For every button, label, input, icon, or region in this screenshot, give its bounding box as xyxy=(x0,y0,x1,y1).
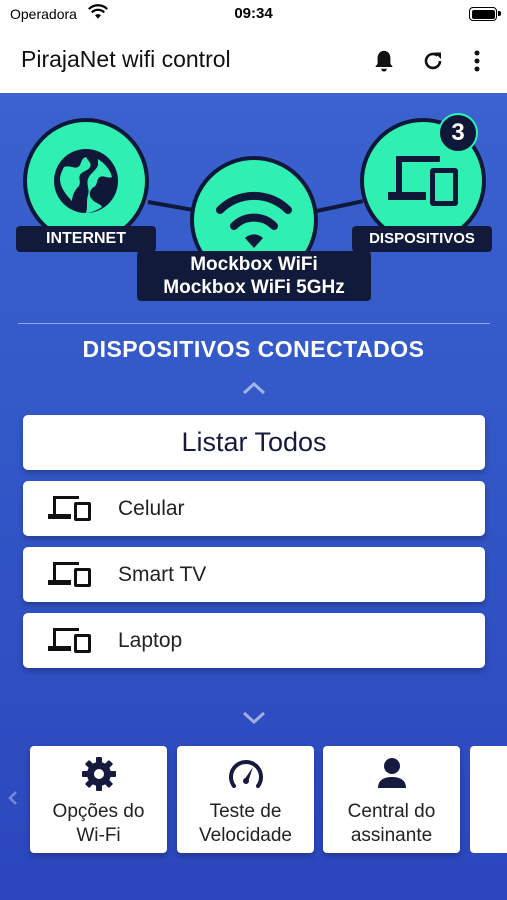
shortcut-label-line: Opções do xyxy=(52,801,145,822)
list-item[interactable]: Smart TV xyxy=(23,547,485,602)
shortcut-subscriber-center[interactable]: Central do assinante xyxy=(323,746,460,853)
battery-icon xyxy=(469,7,501,21)
device-count-badge: 3 xyxy=(438,113,478,153)
shortcut-label: Teste de Velocidade xyxy=(177,800,314,848)
shortcut-label-line: Central do xyxy=(347,801,436,822)
divider xyxy=(18,323,490,324)
devices-icon xyxy=(47,494,93,527)
shortcut-label-line: assinante xyxy=(350,825,433,846)
status-bar: Operadora 09:34 xyxy=(0,0,507,30)
ssid-secondary: Mockbox WiFi 5GHz xyxy=(163,277,345,298)
shortcut-label-line: Wi-Fi xyxy=(76,825,121,846)
chevron-up-icon[interactable] xyxy=(241,381,267,400)
ssid-primary: Mockbox WiFi xyxy=(190,254,318,275)
device-name: Smart TV xyxy=(118,563,207,586)
main-panel: INTERNET 3 DISPOSITIVOS Mockbox WiFi Moc… xyxy=(0,93,507,900)
globe-icon xyxy=(54,149,118,213)
connector-line xyxy=(311,199,364,214)
shortcut-speed-test[interactable]: Teste de Velocidade xyxy=(177,746,314,853)
list-all-button[interactable]: Listar Todos xyxy=(23,415,485,470)
list-item[interactable]: Laptop xyxy=(23,613,485,668)
shortcut-label: Central do assinante xyxy=(323,800,460,848)
list-item[interactable]: Celular xyxy=(23,481,485,536)
status-time: 09:34 xyxy=(234,5,273,22)
device-name: Laptop xyxy=(118,629,183,652)
internet-label: INTERNET xyxy=(16,226,156,252)
shortcut-label: Opções do Wi-Fi xyxy=(30,800,167,848)
devices-label: DISPOSITIVOS xyxy=(352,226,492,252)
shortcut-label-line: Teste de xyxy=(209,801,282,822)
bell-icon[interactable] xyxy=(369,46,399,76)
device-name: Celular xyxy=(118,497,185,520)
more-vert-icon[interactable] xyxy=(462,46,492,76)
speedometer-icon xyxy=(177,756,314,792)
section-title: DISPOSITIVOS CONECTADOS xyxy=(82,336,425,362)
person-icon xyxy=(323,756,460,790)
carousel-prev-arrow[interactable] xyxy=(7,790,19,811)
shortcut-wifi-options[interactable]: Opções do Wi-Fi xyxy=(30,746,167,853)
carousel-next-arrow[interactable] xyxy=(488,790,500,811)
refresh-icon[interactable] xyxy=(418,46,448,76)
devices-icon xyxy=(47,626,93,659)
app-title: PirajaNet wifi control xyxy=(21,46,231,72)
app-bar: PirajaNet wifi control xyxy=(0,30,507,93)
devices-icon xyxy=(388,156,458,206)
devices-icon xyxy=(47,560,93,593)
wifi-icon xyxy=(216,191,292,248)
ssid-label: Mockbox WiFi Mockbox WiFi 5GHz xyxy=(137,251,371,301)
shortcut-label-line: Velocidade xyxy=(199,825,292,846)
gear-icon xyxy=(30,756,167,792)
chevron-down-icon[interactable] xyxy=(241,710,267,729)
